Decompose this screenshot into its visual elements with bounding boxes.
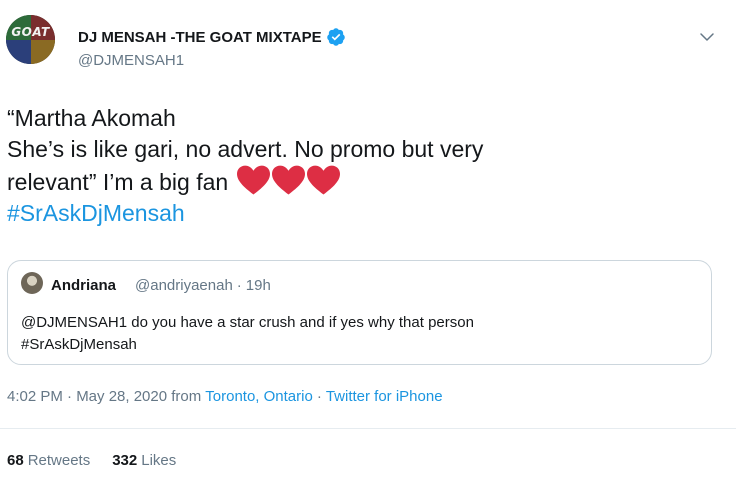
author-avatar[interactable]: GOAT: [6, 15, 55, 64]
quoted-tweet-text: @DJMENSAH1 do you have a star crush and …: [21, 312, 691, 356]
quoted-time[interactable]: 19h: [246, 277, 271, 294]
tweet-location-link[interactable]: Toronto, Ontario: [205, 388, 313, 405]
retweets-count: 68: [7, 452, 24, 469]
tweet-line-3-text: relevant” I’m a big fan: [7, 169, 229, 195]
tweet-stats: 68 Retweets 332 Likes: [7, 452, 176, 469]
likes-count: 332: [112, 452, 138, 469]
likes-stat[interactable]: 332 Likes: [112, 452, 176, 469]
tweet-time-date[interactable]: 4:02 PM · May 28, 2020 from: [7, 388, 201, 405]
likes-label: Likes: [141, 452, 177, 469]
quoted-author-meta: @andriyaenah · 19h: [135, 277, 271, 294]
tweet-line-3: relevant” I’m a big fan: [7, 165, 722, 198]
chevron-down-icon[interactable]: [698, 28, 716, 46]
retweets-stat[interactable]: 68 Retweets: [7, 452, 90, 469]
tweet-source-link[interactable]: Twitter for iPhone: [326, 388, 443, 405]
author-handle[interactable]: @DJMENSAH1: [78, 52, 184, 69]
quoted-author-name[interactable]: Andriana: [51, 277, 116, 294]
quoted-text-line-2: #SrAskDjMensah: [21, 336, 137, 353]
hearts-emoji-group: [236, 165, 340, 195]
tweet-line-1: “Martha Akomah: [7, 105, 176, 131]
quoted-separator: ·: [236, 277, 242, 294]
author-name-text[interactable]: DJ MENSAH -THE GOAT MIXTAPE: [78, 29, 322, 46]
avatar-logo-text: GOAT: [11, 25, 50, 39]
retweets-label: Retweets: [27, 452, 91, 469]
heart-icon: [306, 165, 340, 195]
tweet-line-2: She’s is like gari, no advert. No promo …: [7, 136, 484, 162]
verified-badge-icon: [326, 28, 345, 46]
timestamp-separator: ·: [316, 388, 322, 405]
author-name[interactable]: DJ MENSAH -THE GOAT MIXTAPE: [78, 27, 346, 47]
heart-icon: [271, 165, 305, 195]
tweet-hashtag-link[interactable]: #SrAskDjMensah: [7, 198, 722, 229]
stats-divider: [0, 428, 736, 429]
quoted-author-avatar[interactable]: [21, 272, 43, 294]
tweet-timestamp: 4:02 PM · May 28, 2020 from Toronto, Ont…: [7, 388, 443, 405]
quoted-text-line-1: @DJMENSAH1 do you have a star crush and …: [21, 314, 474, 331]
quoted-author-handle[interactable]: @andriyaenah: [135, 277, 233, 294]
heart-icon: [236, 165, 270, 195]
tweet-text: “Martha Akomah She’s is like gari, no ad…: [7, 103, 722, 229]
quoted-tweet-card[interactable]: Andriana @andriyaenah · 19h @DJMENSAH1 d…: [7, 260, 712, 365]
